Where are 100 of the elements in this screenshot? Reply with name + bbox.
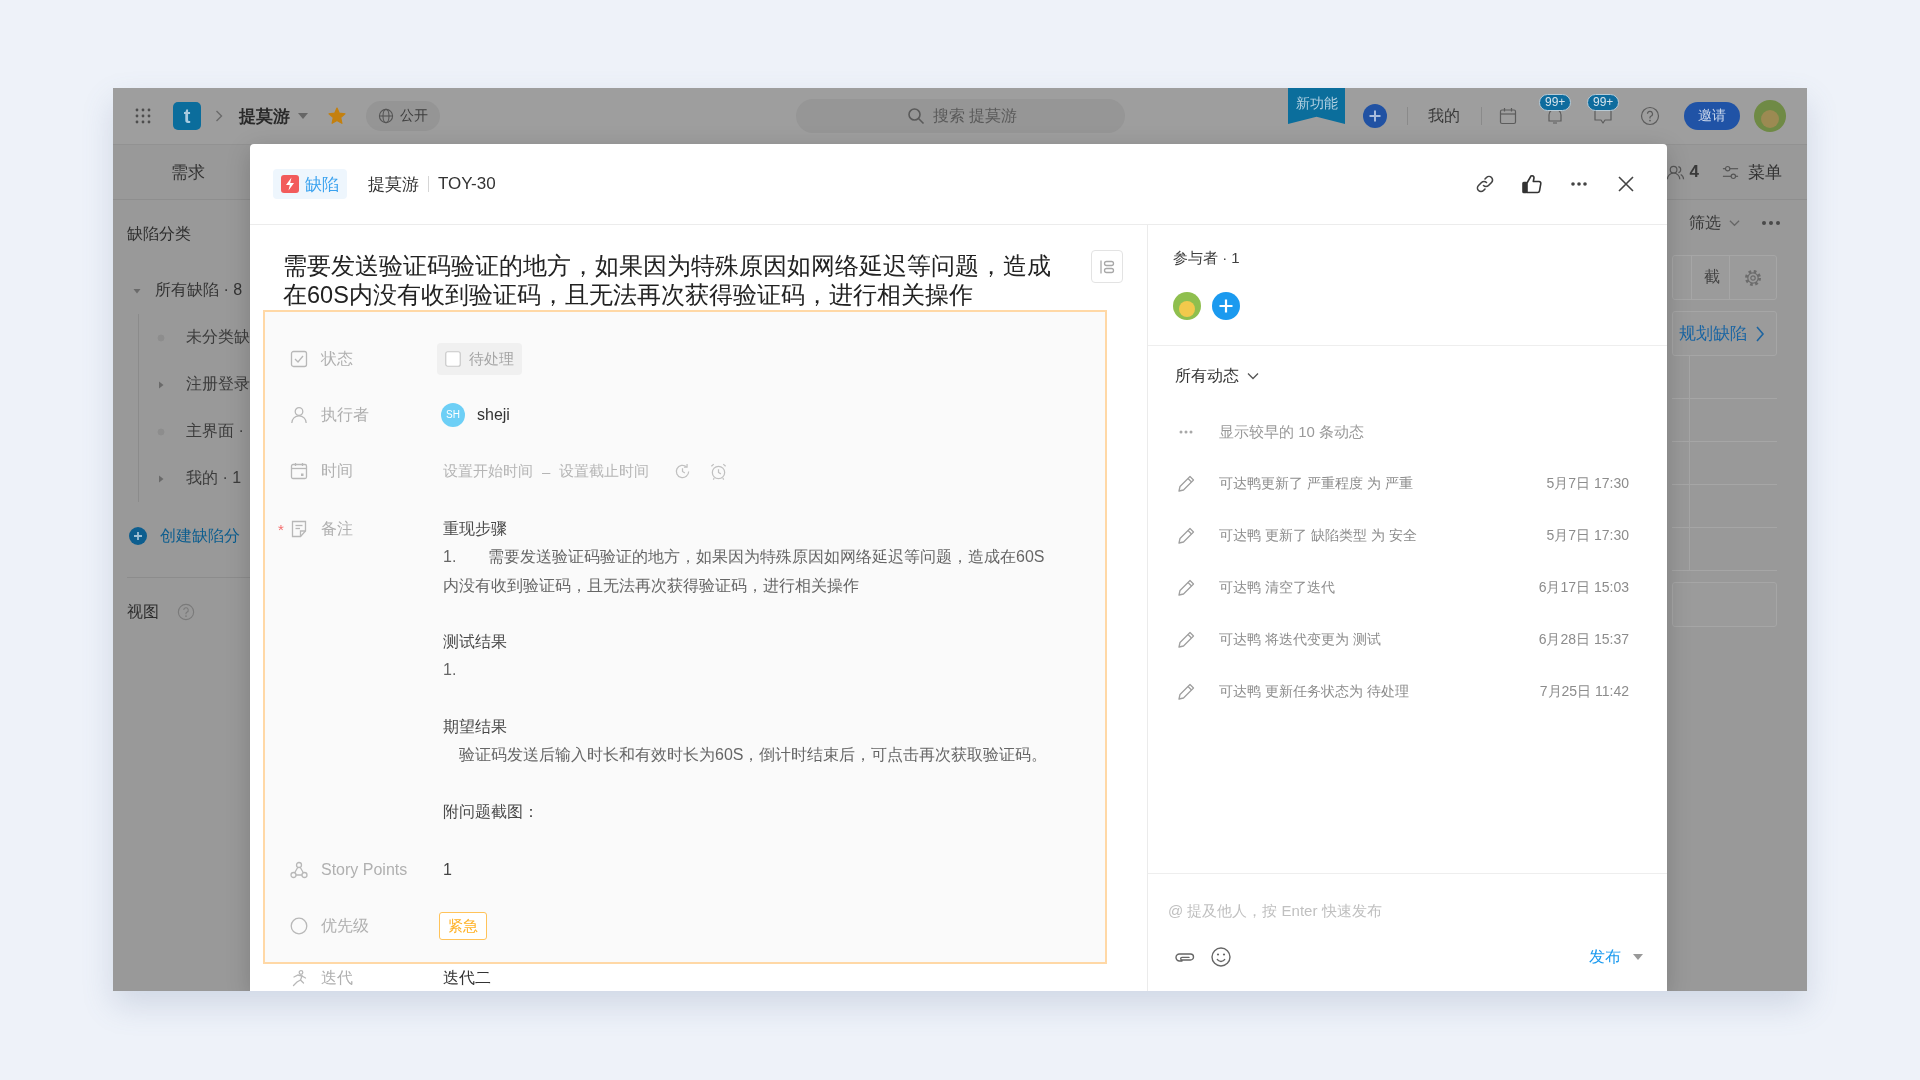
- note-heading: 重现步骤: [443, 519, 507, 539]
- layout-toggle-button[interactable]: [1091, 250, 1123, 283]
- chevron-right-icon: [1755, 324, 1765, 343]
- visibility-button[interactable]: 公开: [366, 101, 440, 131]
- field-label: Story Points: [321, 861, 408, 880]
- iteration-value[interactable]: 迭代二: [443, 967, 491, 990]
- create-category-link[interactable]: 创建缺陷分: [160, 525, 240, 547]
- chevron-down-icon: [1247, 372, 1259, 380]
- participants-label: 参与者 · 1: [1173, 248, 1240, 268]
- assignee-name[interactable]: sheji: [477, 406, 510, 424]
- views-title: 视图: [127, 601, 159, 622]
- chevron-right-icon: [215, 110, 223, 122]
- activity-text: 可达鸭 更新任务状态为 待处理: [1219, 683, 1409, 701]
- sidebar-title: 缺陷分类: [127, 224, 191, 244]
- plus-circle-icon[interactable]: [1363, 104, 1387, 128]
- activity-time: 6月17日 15:03: [1538, 579, 1629, 597]
- field-label: 状态: [321, 348, 353, 369]
- pencil-icon: [1175, 681, 1197, 703]
- note-heading: 测试结果: [443, 632, 507, 653]
- caret-down-icon[interactable]: [1633, 954, 1643, 960]
- show-earlier-link[interactable]: 显示较早的 10 条动态: [1219, 422, 1365, 442]
- person-icon: [290, 406, 308, 424]
- calendar-icon[interactable]: [1499, 107, 1517, 125]
- smiley-icon[interactable]: [1210, 946, 1232, 968]
- help-icon[interactable]: [1640, 106, 1660, 126]
- field-label: 备注: [321, 518, 353, 539]
- issue-key: TOY-30: [438, 174, 496, 194]
- field-label: 时间: [321, 460, 353, 481]
- calendar-icon: [290, 462, 308, 480]
- tree-item[interactable]: 我的 · 1: [186, 468, 242, 489]
- plan-link[interactable]: 规划缺陷: [1679, 322, 1747, 345]
- lightning-icon: [281, 175, 299, 193]
- tree-item[interactable]: 注册登录: [186, 374, 250, 395]
- new-feature-ribbon[interactable]: 新功能: [1288, 88, 1345, 124]
- tree-item[interactable]: 主界面 ·: [186, 421, 244, 442]
- search-field[interactable]: 搜索 提莫游: [796, 99, 1125, 133]
- field-label: 迭代: [321, 967, 353, 988]
- help-icon[interactable]: [177, 603, 195, 621]
- time-separator: –: [542, 462, 551, 480]
- alarm-clock-icon[interactable]: [709, 461, 729, 481]
- tree-item[interactable]: 所有缺陷 · 8: [155, 280, 243, 301]
- end-time-field[interactable]: 设置截止时间: [559, 461, 650, 481]
- project-name[interactable]: 提莫游: [368, 172, 419, 196]
- activity-time: 6月28日 15:37: [1538, 631, 1629, 649]
- settings-icon[interactable]: [1743, 267, 1763, 288]
- activity-filter[interactable]: 所有动态: [1175, 365, 1259, 387]
- column-header: 截: [1704, 267, 1720, 287]
- status-button[interactable]: 待处理: [437, 343, 522, 375]
- note-heading: 附问题截图：: [443, 801, 539, 822]
- globe-icon: [378, 108, 394, 124]
- app-logo[interactable]: t: [173, 102, 201, 130]
- filter-button[interactable]: 筛选: [1689, 212, 1721, 234]
- pencil-icon: [1175, 525, 1197, 547]
- caret-icon[interactable]: [156, 473, 166, 484]
- caret-icon[interactable]: [156, 379, 166, 390]
- comment-input[interactable]: @ 提及他人，按 Enter 快速发布: [1168, 895, 1643, 925]
- field-label: 优先级: [321, 915, 369, 936]
- checkbox[interactable]: [445, 351, 461, 367]
- runner-icon: [290, 969, 308, 988]
- required-mark: *: [278, 521, 284, 537]
- activity-text: 可达鸭 清空了迭代: [1219, 579, 1335, 597]
- note-paragraph: 验证码发送后输入时长和有效时长为60S，倒计时结束后，可点击再次获取验证码。: [458, 745, 1049, 766]
- chevron-down-icon[interactable]: [1729, 219, 1740, 227]
- publish-button[interactable]: 发布: [1589, 946, 1621, 968]
- add-participant-icon[interactable]: [1212, 292, 1240, 320]
- star-icon[interactable]: [328, 107, 346, 125]
- search-icon: [907, 107, 925, 125]
- activity-time: 5月7日 17:30: [1546, 527, 1629, 545]
- issue-type-tag[interactable]: 缺陷: [273, 169, 347, 199]
- plus-circle-icon[interactable]: [129, 527, 147, 545]
- activity-time: 7月25日 11:42: [1539, 683, 1629, 701]
- participant-avatar[interactable]: [1173, 292, 1201, 320]
- user-avatar[interactable]: [1754, 100, 1786, 132]
- caret-down-icon: [298, 113, 308, 119]
- message-badge: 99+: [1587, 94, 1620, 111]
- issue-title[interactable]: 需要发送验证码验证的地方，如果因为特殊原因如网络延迟等问题，造成在60S内没有收到验证码，且无法再次获得验证码，进行相关操作: [283, 252, 1053, 310]
- circle-icon: [290, 917, 308, 936]
- note-heading: 期望结果: [443, 717, 507, 738]
- app-grid-icon[interactable]: [135, 108, 151, 124]
- tree-item[interactable]: 未分类缺: [186, 327, 250, 348]
- pencil-icon: [1175, 629, 1197, 651]
- checked-box-icon: [290, 350, 308, 368]
- project-switcher[interactable]: 提莫游: [239, 104, 308, 128]
- story-points-value[interactable]: 1: [443, 861, 452, 880]
- invite-button[interactable]: 邀请: [1684, 102, 1740, 130]
- activity-time: 5月7日 17:30: [1546, 475, 1629, 493]
- start-time-field[interactable]: 设置开始时间: [443, 461, 533, 481]
- note-paragraph: 1. 需要发送验证码验证的地方，如果因为特殊原因如网络延迟等问题，造成在60S内没有收到验证码，且无法再次获得验证码，进行相关操作: [443, 547, 1046, 596]
- plan-card[interactable]: 规划缺陷: [1672, 311, 1777, 356]
- note-icon: [290, 520, 308, 538]
- pencil-icon: [1175, 577, 1197, 599]
- nav-tab[interactable]: 需求: [171, 160, 205, 184]
- link-icon[interactable]: [1474, 173, 1496, 195]
- activity-text: 可达鸭 将迭代变更为 测试: [1219, 631, 1381, 649]
- nodes-icon: [290, 861, 308, 880]
- activity-text: 可达鸭更新了 严重程度 为 严重: [1219, 475, 1413, 493]
- menu-button[interactable]: 菜单: [1748, 160, 1782, 184]
- notification-badge: 99+: [1539, 94, 1572, 111]
- my-link[interactable]: 我的: [1428, 105, 1460, 127]
- thumbs-up-icon[interactable]: [1521, 173, 1543, 195]
